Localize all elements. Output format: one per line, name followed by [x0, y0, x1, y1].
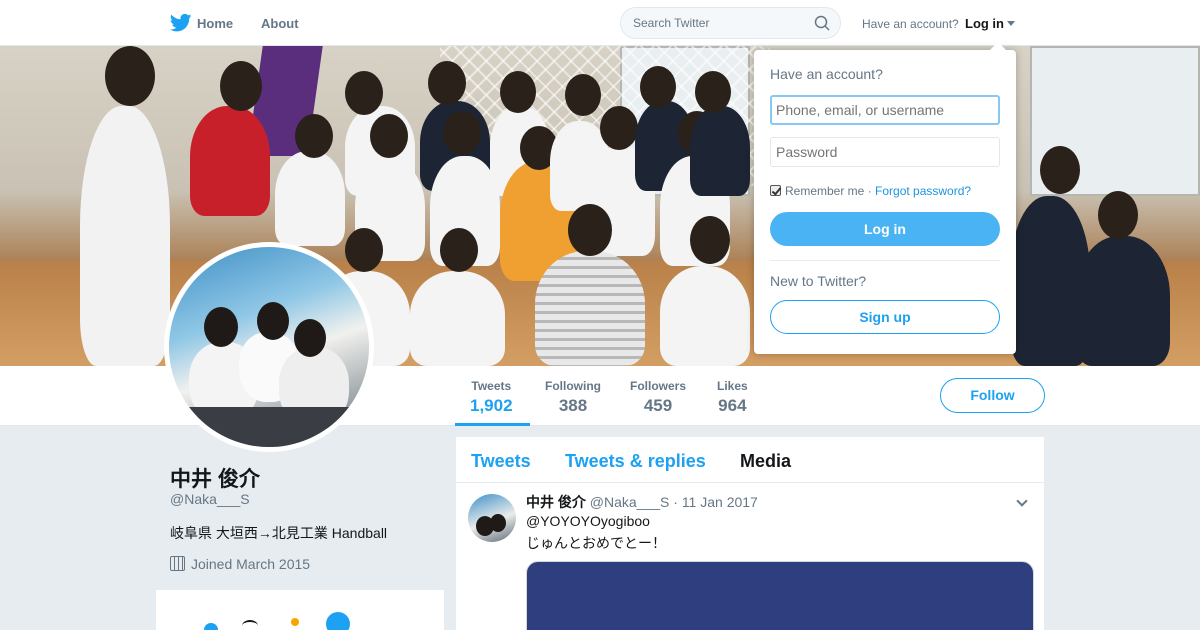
tweet-header: 中井 俊介 @Naka___S · 11 Jan 2017: [526, 492, 758, 512]
stat-label: Following: [545, 379, 601, 393]
remember-me-checkbox[interactable]: [770, 185, 781, 196]
tab-media[interactable]: Media: [740, 451, 791, 472]
person-head: [690, 216, 730, 264]
login-dropdown-title: Have an account?: [770, 66, 883, 82]
profile-name[interactable]: 中井 俊介: [170, 463, 260, 493]
avatar-bench: [169, 407, 369, 447]
avatar-image: [169, 247, 369, 447]
person-head: [105, 46, 155, 106]
nav-about-link[interactable]: About: [261, 16, 299, 31]
tab-tweets[interactable]: Tweets: [471, 451, 531, 472]
person-head: [1098, 191, 1138, 239]
profile-avatar[interactable]: [164, 242, 374, 452]
stat-value: 1,902: [470, 396, 513, 415]
avatar-person-head: [257, 302, 289, 340]
follow-button[interactable]: Follow: [940, 378, 1045, 413]
decoration-dot: [204, 623, 218, 630]
person-head: [500, 71, 536, 113]
person-head: [345, 228, 383, 272]
player-figure: [690, 106, 750, 196]
person-head: [370, 114, 408, 158]
nav-home-link[interactable]: Home: [197, 16, 233, 31]
tab-tweets-replies[interactable]: Tweets & replies: [565, 451, 706, 472]
twitter-bird-icon[interactable]: [170, 13, 192, 33]
joined-text: Joined March 2015: [191, 556, 311, 572]
profile-handle[interactable]: @Naka___S: [170, 491, 250, 507]
coach-figure: [80, 106, 170, 366]
person-head: [345, 71, 383, 115]
stat-value: 459: [643, 396, 673, 415]
active-stat-underline: [455, 423, 530, 426]
search-input[interactable]: Search Twitter: [620, 7, 841, 39]
coach-figure: [535, 251, 645, 366]
login-dropdown-toggle[interactable]: Log in: [965, 16, 1015, 31]
tweet-author-name[interactable]: 中井 俊介: [526, 494, 586, 510]
login-dropdown: Have an account? Remember me · Forgot pa…: [754, 42, 1016, 354]
person-head: [428, 61, 466, 105]
person-head: [695, 71, 731, 113]
stat-following[interactable]: Following 388: [545, 379, 601, 416]
stat-value: 388: [558, 396, 588, 415]
remember-me-row: Remember me · Forgot password?: [770, 184, 971, 198]
timeline-tabs: Tweets Tweets & replies Media: [456, 437, 1044, 483]
person-head: [640, 66, 676, 108]
separator-text: ·: [864, 184, 876, 198]
person-head: [565, 74, 601, 116]
have-account-text: Have an account?: [862, 17, 959, 31]
person-head: [600, 106, 638, 150]
chevron-down-icon[interactable]: [1016, 495, 1028, 507]
tweet-text: じゅんとおめでとー！: [526, 535, 666, 551]
search-icon[interactable]: [814, 15, 830, 31]
timeline-panel: Tweets Tweets & replies Media 中井 俊介 @Nak…: [456, 437, 1044, 630]
profile-bio: 岐阜県 大垣西→北見工業 Handball: [170, 525, 388, 541]
new-to-twitter-text: New to Twitter?: [770, 273, 867, 289]
avatar-person-head: [294, 319, 326, 357]
calendar-icon: [170, 556, 185, 571]
person-head: [220, 61, 262, 111]
stat-likes[interactable]: Likes 964: [717, 379, 748, 416]
avatar-person-head: [490, 514, 506, 532]
person-head: [568, 204, 612, 256]
search-placeholder: Search Twitter: [633, 16, 710, 30]
tweet-meta[interactable]: @Naka___S · 11 Jan 2017: [590, 494, 758, 510]
person-head: [295, 114, 333, 158]
remember-me-label[interactable]: Remember me: [785, 184, 864, 198]
profile-joined-date: Joined March 2015: [170, 556, 310, 572]
person-head: [1040, 146, 1080, 194]
login-label: Log in: [965, 16, 1004, 31]
caret-down-icon: [1007, 21, 1015, 26]
password-field[interactable]: [770, 137, 1000, 167]
person-head: [443, 111, 481, 155]
avatar-person-head: [204, 307, 238, 347]
forgot-password-link[interactable]: Forgot password?: [875, 184, 971, 198]
player-figure: [190, 106, 270, 216]
stat-label: Likes: [717, 379, 748, 393]
stat-value: 964: [718, 396, 747, 415]
photos-videos-card[interactable]: [156, 590, 444, 630]
tweet-media-image[interactable]: [526, 561, 1034, 630]
signup-button[interactable]: Sign up: [770, 300, 1000, 334]
tweet-avatar[interactable]: [468, 494, 516, 542]
player-figure: [1075, 236, 1170, 366]
divider: [770, 260, 1000, 261]
player-figure: [660, 266, 750, 366]
tweet-mention[interactable]: @YOYOYOyogiboo: [526, 513, 650, 529]
stat-label: Followers: [630, 379, 687, 393]
decoration-dot: [291, 618, 299, 626]
username-field[interactable]: [770, 95, 1000, 125]
player-figure: [410, 271, 505, 366]
top-navigation-bar: Home About Search Twitter Have an accoun…: [0, 0, 1200, 46]
stat-tweets[interactable]: Tweets 1,902: [470, 379, 513, 416]
player-figure: [275, 151, 345, 246]
person-head: [440, 228, 478, 272]
login-button[interactable]: Log in: [770, 212, 1000, 246]
decoration-dot: [326, 612, 350, 630]
decoration-doodle: [242, 620, 258, 630]
stat-followers[interactable]: Followers 459: [630, 379, 686, 416]
stat-label: Tweets: [471, 379, 512, 393]
